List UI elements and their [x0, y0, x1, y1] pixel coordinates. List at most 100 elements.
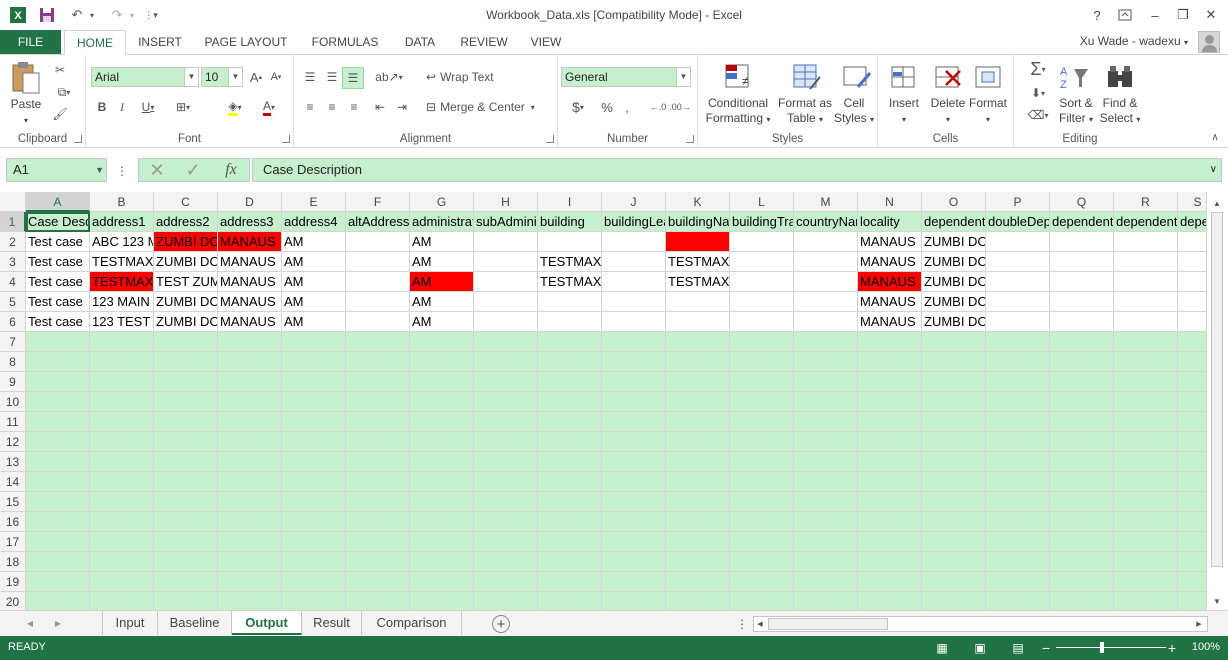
cell-p1[interactable]: doubleDependentLocality: [986, 212, 1050, 232]
vertical-scrollbar[interactable]: ▲ ▼: [1206, 192, 1228, 610]
cell-q5[interactable]: [1050, 292, 1114, 312]
zoom-in-icon[interactable]: +: [1166, 640, 1178, 656]
cell-a6[interactable]: Test case: [26, 312, 90, 332]
row-header-2[interactable]: 2: [0, 232, 26, 252]
cell-m2[interactable]: [794, 232, 858, 252]
row-header-13[interactable]: 13: [0, 452, 26, 472]
cell-i6[interactable]: [538, 312, 602, 332]
cell-j6[interactable]: [602, 312, 666, 332]
cut-icon[interactable]: ✂: [50, 61, 70, 79]
cell-b2[interactable]: ABC 123 MAIN: [90, 232, 154, 252]
column-header-h[interactable]: H: [474, 192, 538, 212]
row-header-14[interactable]: 14: [0, 472, 26, 492]
cell-m1[interactable]: countryName: [794, 212, 858, 232]
tab-insert[interactable]: INSERT: [130, 30, 190, 54]
row-header-5[interactable]: 5: [0, 292, 26, 312]
column-header-o[interactable]: O: [922, 192, 986, 212]
row-header-7[interactable]: 7: [0, 332, 26, 352]
cell-r4[interactable]: [1114, 272, 1178, 292]
collapse-ribbon-icon[interactable]: ∧: [1208, 131, 1222, 143]
next-sheet-icon[interactable]: ▶: [52, 616, 64, 630]
cell-e3[interactable]: AM: [282, 252, 346, 272]
cell-b6[interactable]: 123 TEST: [90, 312, 154, 332]
column-header-f[interactable]: F: [346, 192, 410, 212]
fill-icon[interactable]: ⬇ ▾: [1020, 83, 1056, 103]
zoom-level[interactable]: 100%: [1192, 641, 1220, 653]
cell-c4[interactable]: TEST ZUMBI: [154, 272, 218, 292]
wrap-text-button[interactable]: ↩ Wrap Text: [426, 67, 506, 87]
vertical-scroll-thumb[interactable]: [1211, 212, 1223, 567]
bold-icon[interactable]: B: [94, 97, 110, 117]
horizontal-scroll-thumb[interactable]: [768, 618, 888, 630]
cell-l6[interactable]: [730, 312, 794, 332]
cell-g1[interactable]: administrativeArea: [410, 212, 474, 232]
cell-a5[interactable]: Test case: [26, 292, 90, 312]
sheet-tab-comparison[interactable]: Comparison: [362, 611, 462, 635]
tab-page-layout[interactable]: PAGE LAYOUT: [196, 30, 296, 54]
row-header-9[interactable]: 9: [0, 372, 26, 392]
scroll-down-icon[interactable]: ▼: [1210, 596, 1224, 606]
cell-m6[interactable]: [794, 312, 858, 332]
cell-s4[interactable]: [1178, 272, 1206, 292]
align-center-icon[interactable]: ≡: [322, 97, 342, 117]
tab-formulas[interactable]: FORMULAS: [302, 30, 388, 54]
column-header-q[interactable]: Q: [1050, 192, 1114, 212]
font-color-icon[interactable]: A ▾: [254, 97, 284, 117]
align-right-icon[interactable]: ≡: [344, 97, 364, 117]
sort-filter-button[interactable]: Sort & Filter ▾: [1054, 96, 1098, 127]
paste-icon[interactable]: [10, 61, 42, 94]
cell-b5[interactable]: 123 MAIN: [90, 292, 154, 312]
cell-o1[interactable]: dependentLocality: [922, 212, 986, 232]
cell-k5[interactable]: [666, 292, 730, 312]
cell-c1[interactable]: address2: [154, 212, 218, 232]
cell-l2[interactable]: [730, 232, 794, 252]
sheet-tab-baseline[interactable]: Baseline: [158, 611, 232, 635]
row-header-6[interactable]: 6: [0, 312, 26, 332]
cell-h3[interactable]: [474, 252, 538, 272]
cell-j5[interactable]: [602, 292, 666, 312]
italic-icon[interactable]: I: [114, 97, 130, 117]
horizontal-scrollbar[interactable]: ◀ ▶: [753, 616, 1208, 632]
clipboard-launcher-icon[interactable]: [74, 135, 82, 143]
cell-b3[interactable]: TESTMAX: [90, 252, 154, 272]
cell-n1[interactable]: locality: [858, 212, 922, 232]
cell-p4[interactable]: [986, 272, 1050, 292]
column-header-k[interactable]: K: [666, 192, 730, 212]
cell-h4[interactable]: [474, 272, 538, 292]
cell-e1[interactable]: address4: [282, 212, 346, 232]
page-break-view-icon[interactable]: ▤: [1010, 640, 1026, 656]
font-size-select[interactable]: 10 ▼: [201, 67, 243, 87]
merge-center-button[interactable]: ⊟ Merge & Center ▾: [426, 97, 550, 117]
column-header-g[interactable]: G: [410, 192, 474, 212]
delete-cells-icon[interactable]: [932, 61, 964, 93]
increase-indent-icon[interactable]: ⇥: [392, 97, 412, 117]
cell-l4[interactable]: [730, 272, 794, 292]
number-launcher-icon[interactable]: [686, 135, 694, 143]
font-name-select[interactable]: Arial ▼: [91, 67, 199, 87]
fill-color-icon[interactable]: ◈ ▾: [220, 97, 250, 117]
row-header-18[interactable]: 18: [0, 552, 26, 572]
tab-data[interactable]: DATA: [394, 30, 446, 54]
minimize-button[interactable]: –: [1142, 4, 1168, 26]
cell-c5[interactable]: ZUMBI DOS PALMARES: [154, 292, 218, 312]
formula-input[interactable]: Case Description ∨: [252, 158, 1222, 182]
cell-h1[interactable]: subAdministrativeArea: [474, 212, 538, 232]
zoom-out-icon[interactable]: −: [1040, 640, 1052, 656]
insert-button[interactable]: Insert ▾: [882, 96, 926, 127]
cell-b1[interactable]: address1: [90, 212, 154, 232]
row-header-17[interactable]: 17: [0, 532, 26, 552]
cell-styles-button[interactable]: Cell Styles ▾: [832, 96, 876, 127]
delete-button[interactable]: Delete ▾: [926, 96, 970, 127]
cell-d1[interactable]: address3: [218, 212, 282, 232]
cell-c3[interactable]: ZUMBI DOS PALMARES: [154, 252, 218, 272]
cell-f5[interactable]: [346, 292, 410, 312]
paste-button[interactable]: Paste ▾: [6, 97, 46, 128]
cell-l1[interactable]: buildingTrailingType: [730, 212, 794, 232]
page-layout-view-icon[interactable]: ▣: [972, 640, 988, 656]
tab-home[interactable]: HOME: [64, 30, 126, 55]
copy-icon[interactable]: ⧉ ▾: [50, 83, 78, 101]
cell-j2[interactable]: [602, 232, 666, 252]
row-header-11[interactable]: 11: [0, 412, 26, 432]
row-header-10[interactable]: 10: [0, 392, 26, 412]
cell-d5[interactable]: MANAUS: [218, 292, 282, 312]
